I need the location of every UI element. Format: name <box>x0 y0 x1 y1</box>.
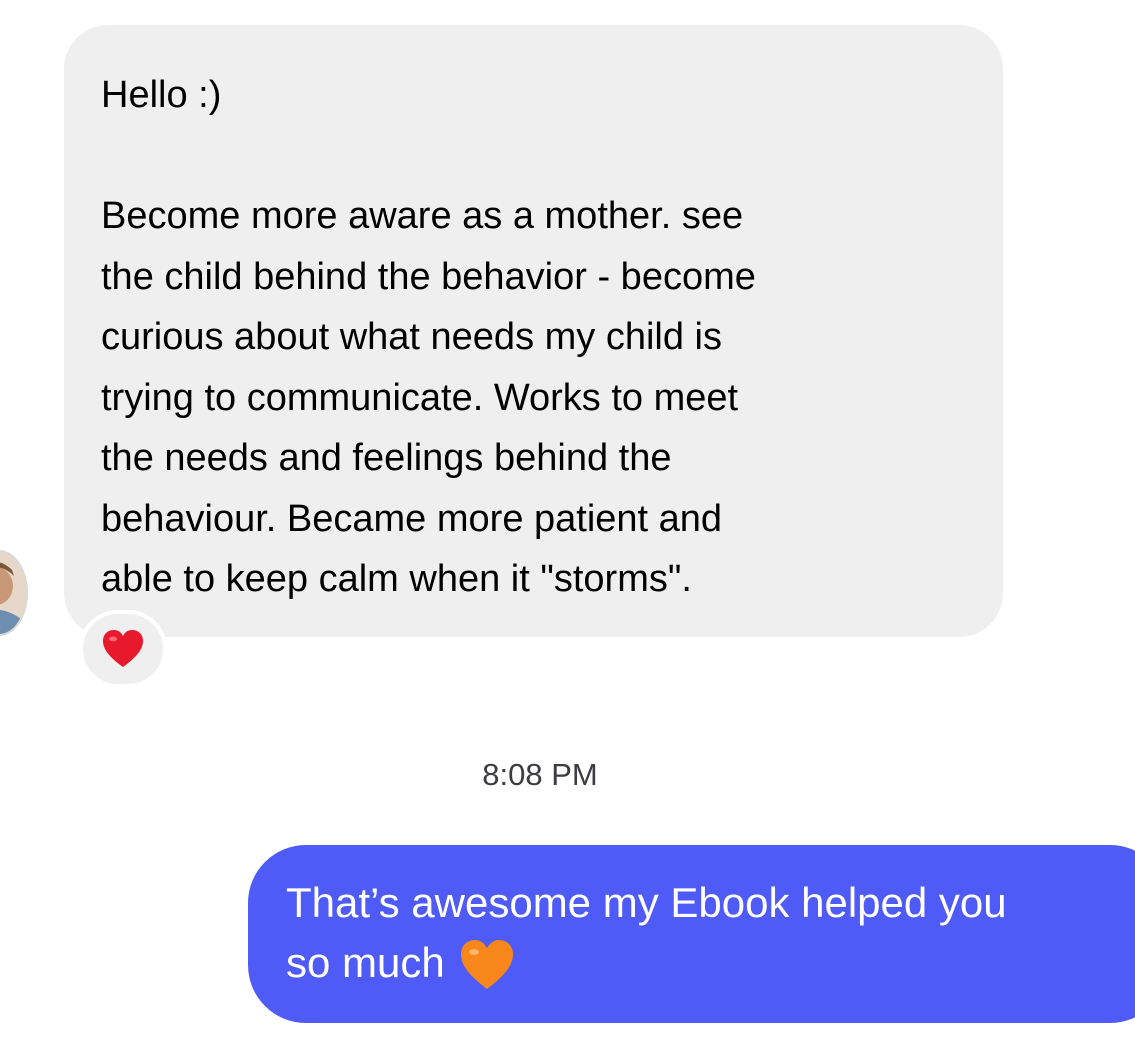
chat-screen: Hello :) Become more aware as a mother. … <box>0 0 1135 1038</box>
outgoing-message-text: so much <box>286 939 445 986</box>
red-heart-icon <box>103 630 143 667</box>
incoming-message-bubble[interactable]: Hello :) Become more aware as a mother. … <box>64 25 1003 637</box>
message-reaction[interactable] <box>79 610 167 688</box>
sender-avatar[interactable] <box>0 550 28 636</box>
outgoing-message-line-2: so much <box>286 933 1135 1007</box>
person-avatar-icon <box>0 552 26 634</box>
outgoing-message-bubble[interactable]: That’s awesome my Ebook helped you so mu… <box>248 845 1135 1023</box>
outgoing-message-line-1: That’s awesome my Ebook helped you <box>286 879 1007 926</box>
orange-heart-icon <box>459 939 515 1007</box>
message-timestamp: 8:08 PM <box>482 757 598 792</box>
